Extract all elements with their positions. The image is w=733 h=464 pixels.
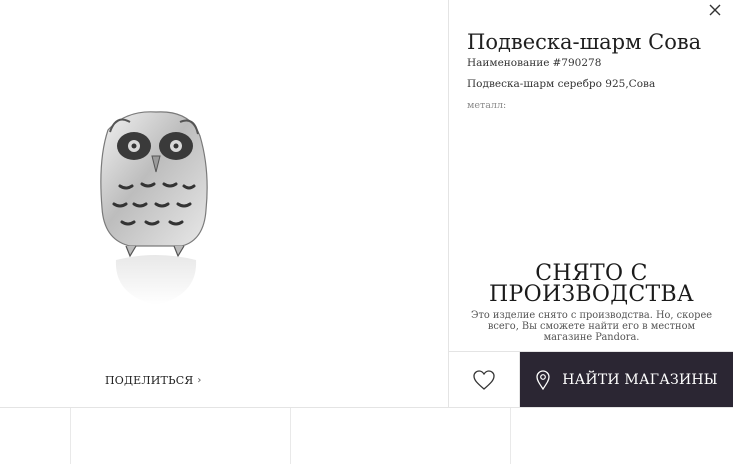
product-description: Подвеска-шарм серебро 925,Сова xyxy=(467,78,656,90)
product-title: Подвеска-шарм Сова xyxy=(467,30,702,54)
heart-icon xyxy=(473,370,495,390)
related-products-strip xyxy=(0,407,733,464)
product-sku: Наименование #790278 xyxy=(467,57,601,69)
close-icon[interactable] xyxy=(707,2,723,18)
related-product-slot[interactable] xyxy=(70,408,290,464)
discontinued-text: Это изделие снято с производства. Но, ск… xyxy=(470,310,713,343)
action-bar: НАЙТИ МАГАЗИНЫ xyxy=(449,351,733,408)
find-stores-label: НАЙТИ МАГАЗИНЫ xyxy=(562,371,718,388)
share-label: ПОДЕЛИТЬСЯ xyxy=(105,374,194,387)
share-link[interactable]: ПОДЕЛИТЬСЯ › xyxy=(105,374,202,387)
chevron-right-icon: › xyxy=(197,375,202,386)
wishlist-button[interactable] xyxy=(449,352,520,408)
sku-label: Наименование xyxy=(467,57,550,69)
product-details-panel: Подвеска-шарм Сова Наименование #790278 … xyxy=(448,0,733,408)
discontinued-title: СНЯТО С ПРОИЗВОДСТВА xyxy=(489,261,694,307)
location-pin-icon xyxy=(536,369,550,390)
related-product-slot[interactable] xyxy=(510,408,733,464)
sku-number: #790278 xyxy=(552,57,602,69)
metal-label: металл: xyxy=(467,100,507,111)
discontinued-notice: СНЯТО С ПРОИЗВОДСТВА Это изделие снято с… xyxy=(449,261,733,344)
product-image-pane: ПОДЕЛИТЬСЯ › xyxy=(0,0,448,407)
related-product-slot[interactable] xyxy=(290,408,510,464)
find-stores-button[interactable]: НАЙТИ МАГАЗИНЫ xyxy=(520,352,733,407)
owl-charm-image xyxy=(100,111,208,305)
